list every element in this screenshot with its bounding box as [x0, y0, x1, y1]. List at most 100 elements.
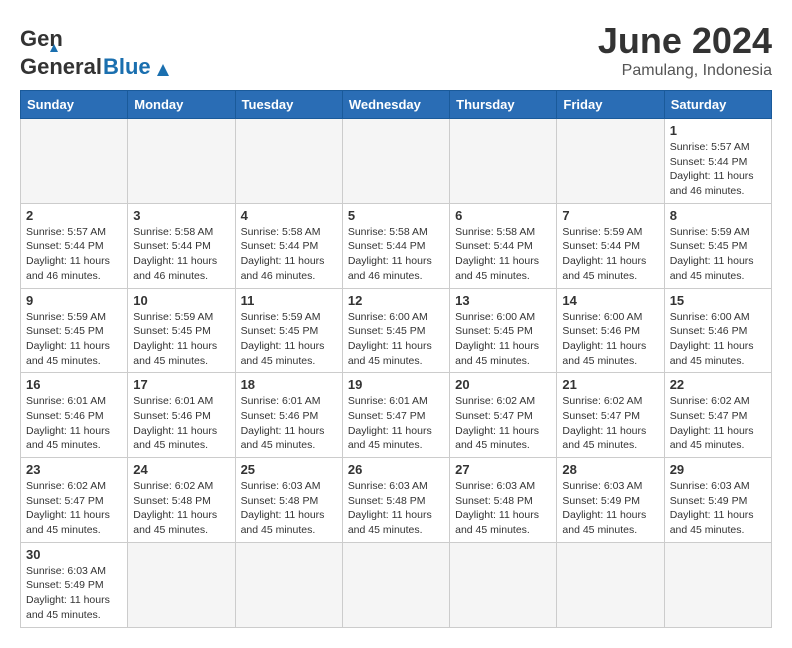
day-number: 2 — [26, 208, 122, 223]
empty-cell — [235, 542, 342, 627]
day-number: 14 — [562, 293, 658, 308]
empty-cell — [342, 542, 449, 627]
day-number: 21 — [562, 377, 658, 392]
day-info: Sunrise: 5:57 AM Sunset: 5:44 PM Dayligh… — [670, 140, 766, 199]
calendar-table: Sunday Monday Tuesday Wednesday Thursday… — [20, 90, 772, 628]
day-info: Sunrise: 6:01 AM Sunset: 5:46 PM Dayligh… — [133, 394, 229, 453]
weekday-header-row: Sunday Monday Tuesday Wednesday Thursday… — [21, 91, 772, 119]
day-number: 17 — [133, 377, 229, 392]
table-row: 30 Sunrise: 6:03 AM Sunset: 5:49 PM Dayl… — [21, 542, 128, 627]
day-info: Sunrise: 5:57 AM Sunset: 5:44 PM Dayligh… — [26, 225, 122, 284]
day-number: 9 — [26, 293, 122, 308]
day-number: 6 — [455, 208, 551, 223]
day-info: Sunrise: 6:03 AM Sunset: 5:48 PM Dayligh… — [455, 479, 551, 538]
day-number: 13 — [455, 293, 551, 308]
header-thursday: Thursday — [450, 91, 557, 119]
table-row: 25 Sunrise: 6:03 AM Sunset: 5:48 PM Dayl… — [235, 458, 342, 543]
table-row: 7 Sunrise: 5:59 AM Sunset: 5:44 PM Dayli… — [557, 203, 664, 288]
table-row — [450, 119, 557, 204]
table-row: 18 Sunrise: 6:01 AM Sunset: 5:46 PM Dayl… — [235, 373, 342, 458]
table-row: 24 Sunrise: 6:02 AM Sunset: 5:48 PM Dayl… — [128, 458, 235, 543]
table-row: 13 Sunrise: 6:00 AM Sunset: 5:45 PM Dayl… — [450, 288, 557, 373]
day-info: Sunrise: 6:00 AM Sunset: 5:46 PM Dayligh… — [562, 310, 658, 369]
day-info: Sunrise: 5:59 AM Sunset: 5:45 PM Dayligh… — [26, 310, 122, 369]
day-info: Sunrise: 6:01 AM Sunset: 5:46 PM Dayligh… — [241, 394, 337, 453]
day-info: Sunrise: 6:03 AM Sunset: 5:49 PM Dayligh… — [670, 479, 766, 538]
table-row: 1 Sunrise: 5:57 AM Sunset: 5:44 PM Dayli… — [664, 119, 771, 204]
header-monday: Monday — [128, 91, 235, 119]
day-number: 23 — [26, 462, 122, 477]
table-row: 4 Sunrise: 5:58 AM Sunset: 5:44 PM Dayli… — [235, 203, 342, 288]
header-wednesday: Wednesday — [342, 91, 449, 119]
table-row: 2 Sunrise: 5:57 AM Sunset: 5:44 PM Dayli… — [21, 203, 128, 288]
day-info: Sunrise: 6:03 AM Sunset: 5:48 PM Dayligh… — [348, 479, 444, 538]
day-number: 11 — [241, 293, 337, 308]
table-row: 17 Sunrise: 6:01 AM Sunset: 5:46 PM Dayl… — [128, 373, 235, 458]
header-saturday: Saturday — [664, 91, 771, 119]
table-row: 11 Sunrise: 5:59 AM Sunset: 5:45 PM Dayl… — [235, 288, 342, 373]
table-row — [235, 119, 342, 204]
day-info: Sunrise: 6:02 AM Sunset: 5:47 PM Dayligh… — [455, 394, 551, 453]
table-row — [342, 119, 449, 204]
table-row: 23 Sunrise: 6:02 AM Sunset: 5:47 PM Dayl… — [21, 458, 128, 543]
day-info: Sunrise: 5:58 AM Sunset: 5:44 PM Dayligh… — [133, 225, 229, 284]
table-row: 12 Sunrise: 6:00 AM Sunset: 5:45 PM Dayl… — [342, 288, 449, 373]
day-info: Sunrise: 6:02 AM Sunset: 5:48 PM Dayligh… — [133, 479, 229, 538]
table-row: 6 Sunrise: 5:58 AM Sunset: 5:44 PM Dayli… — [450, 203, 557, 288]
day-number: 18 — [241, 377, 337, 392]
table-row: 5 Sunrise: 5:58 AM Sunset: 5:44 PM Dayli… — [342, 203, 449, 288]
logo: General General Blue — [20, 20, 173, 80]
day-number: 7 — [562, 208, 658, 223]
calendar-row: 1 Sunrise: 5:57 AM Sunset: 5:44 PM Dayli… — [21, 119, 772, 204]
calendar-row: 9 Sunrise: 5:59 AM Sunset: 5:45 PM Dayli… — [21, 288, 772, 373]
header-tuesday: Tuesday — [235, 91, 342, 119]
day-number: 19 — [348, 377, 444, 392]
day-number: 25 — [241, 462, 337, 477]
table-row: 14 Sunrise: 6:00 AM Sunset: 5:46 PM Dayl… — [557, 288, 664, 373]
table-row — [128, 119, 235, 204]
day-info: Sunrise: 6:00 AM Sunset: 5:45 PM Dayligh… — [348, 310, 444, 369]
day-number: 24 — [133, 462, 229, 477]
day-info: Sunrise: 6:03 AM Sunset: 5:48 PM Dayligh… — [241, 479, 337, 538]
day-info: Sunrise: 6:00 AM Sunset: 5:46 PM Dayligh… — [670, 310, 766, 369]
day-number: 1 — [670, 123, 766, 138]
day-info: Sunrise: 6:03 AM Sunset: 5:49 PM Dayligh… — [562, 479, 658, 538]
day-info: Sunrise: 6:02 AM Sunset: 5:47 PM Dayligh… — [670, 394, 766, 453]
table-row: 26 Sunrise: 6:03 AM Sunset: 5:48 PM Dayl… — [342, 458, 449, 543]
table-row: 8 Sunrise: 5:59 AM Sunset: 5:45 PM Dayli… — [664, 203, 771, 288]
title-block: June 2024 Pamulang, Indonesia — [598, 20, 772, 80]
day-number: 3 — [133, 208, 229, 223]
day-info: Sunrise: 5:58 AM Sunset: 5:44 PM Dayligh… — [455, 225, 551, 284]
logo-blue: Blue — [103, 54, 151, 80]
empty-cell — [128, 542, 235, 627]
day-info: Sunrise: 5:58 AM Sunset: 5:44 PM Dayligh… — [348, 225, 444, 284]
day-info: Sunrise: 5:59 AM Sunset: 5:44 PM Dayligh… — [562, 225, 658, 284]
day-number: 29 — [670, 462, 766, 477]
day-number: 8 — [670, 208, 766, 223]
day-info: Sunrise: 6:00 AM Sunset: 5:45 PM Dayligh… — [455, 310, 551, 369]
table-row: 22 Sunrise: 6:02 AM Sunset: 5:47 PM Dayl… — [664, 373, 771, 458]
day-number: 5 — [348, 208, 444, 223]
day-number: 30 — [26, 547, 122, 562]
day-info: Sunrise: 5:59 AM Sunset: 5:45 PM Dayligh… — [670, 225, 766, 284]
table-row: 3 Sunrise: 5:58 AM Sunset: 5:44 PM Dayli… — [128, 203, 235, 288]
table-row: 29 Sunrise: 6:03 AM Sunset: 5:49 PM Dayl… — [664, 458, 771, 543]
logo-general: General — [20, 54, 102, 80]
table-row: 27 Sunrise: 6:03 AM Sunset: 5:48 PM Dayl… — [450, 458, 557, 543]
day-number: 10 — [133, 293, 229, 308]
calendar-row: 2 Sunrise: 5:57 AM Sunset: 5:44 PM Dayli… — [21, 203, 772, 288]
day-info: Sunrise: 6:02 AM Sunset: 5:47 PM Dayligh… — [26, 479, 122, 538]
day-number: 16 — [26, 377, 122, 392]
day-number: 27 — [455, 462, 551, 477]
table-row: 9 Sunrise: 5:59 AM Sunset: 5:45 PM Dayli… — [21, 288, 128, 373]
empty-cell — [664, 542, 771, 627]
calendar-row: 16 Sunrise: 6:01 AM Sunset: 5:46 PM Dayl… — [21, 373, 772, 458]
table-row: 20 Sunrise: 6:02 AM Sunset: 5:47 PM Dayl… — [450, 373, 557, 458]
calendar-row: 23 Sunrise: 6:02 AM Sunset: 5:47 PM Dayl… — [21, 458, 772, 543]
month-year-title: June 2024 — [598, 20, 772, 62]
day-number: 20 — [455, 377, 551, 392]
day-info: Sunrise: 5:59 AM Sunset: 5:45 PM Dayligh… — [133, 310, 229, 369]
day-info: Sunrise: 6:03 AM Sunset: 5:49 PM Dayligh… — [26, 564, 122, 623]
day-number: 28 — [562, 462, 658, 477]
table-row: 10 Sunrise: 5:59 AM Sunset: 5:45 PM Dayl… — [128, 288, 235, 373]
